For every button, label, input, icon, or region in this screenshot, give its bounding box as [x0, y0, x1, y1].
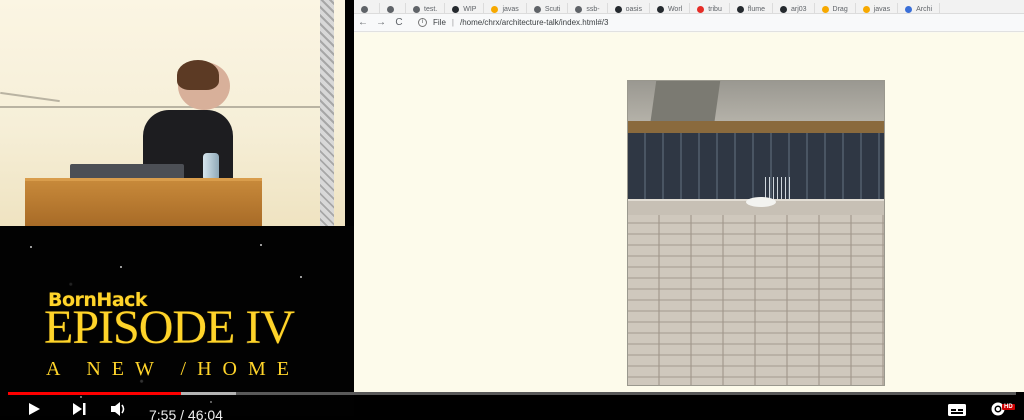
episode-subtitle: A NEW /HOME	[46, 358, 300, 380]
star	[30, 246, 32, 248]
browser-tab[interactable]: Scuti	[527, 2, 569, 13]
progress-bar[interactable]	[8, 392, 1016, 395]
browser-tab[interactable]: Drag	[815, 2, 856, 13]
browser-toolbar: ← → C i File | /home/chrx/architecture-t…	[354, 14, 1024, 32]
tab-label: test.	[424, 6, 438, 13]
browser-tab[interactable]: arj03	[773, 2, 815, 13]
tab-label: javas	[873, 6, 891, 13]
video-player[interactable]: BornHack EPISODE IV A NEW /HOME test. WIP…	[0, 0, 1024, 420]
tab-favicon-icon	[614, 6, 622, 13]
speaker-hair	[177, 60, 219, 90]
tent-frame-line	[0, 106, 330, 108]
hd-badge: HD	[1002, 404, 1015, 410]
reload-icon[interactable]: C	[390, 17, 408, 28]
photo-bird	[746, 197, 776, 207]
tab-label: WIP	[463, 6, 477, 13]
tab-favicon-icon	[736, 6, 744, 13]
tab-label: arj03	[790, 6, 807, 13]
tab-bar: test. WIP javas Scuti ssb-oasis Worl tribu flum…	[354, 0, 1024, 14]
tab-label: Worl	[667, 6, 683, 13]
speaker-column: BornHack EPISODE IV A NEW /HOME	[0, 0, 354, 420]
tab-label: Scuti	[544, 6, 561, 13]
url-path[interactable]: /home/chrx/architecture-talk/index.html#…	[460, 18, 609, 27]
tab-favicon-icon	[862, 6, 870, 13]
podium	[25, 178, 262, 226]
episode-title: EPISODE IV	[44, 301, 295, 354]
browser-tab[interactable]: Archi	[898, 2, 941, 13]
slide-content	[354, 33, 1024, 392]
tab-favicon-icon	[491, 6, 499, 13]
url-separator: |	[451, 18, 454, 27]
play-icon[interactable]	[27, 402, 41, 416]
tent-frame-line	[0, 91, 60, 103]
speaker-video-frame	[0, 0, 345, 226]
browser-tab[interactable]: test.	[406, 2, 446, 13]
tab-favicon-icon	[905, 6, 913, 13]
tab-label: oasis	[625, 6, 642, 13]
browser-tab[interactable]: javas	[856, 2, 899, 13]
tab-favicon-icon	[697, 6, 705, 13]
tab-favicon-icon	[452, 6, 460, 13]
browser-tab[interactable]: flume	[730, 2, 773, 13]
browser-tab[interactable]: tribu	[690, 2, 730, 13]
address-bar[interactable]: i File | /home/chrx/architecture-talk/in…	[418, 18, 608, 27]
water-bottle	[203, 153, 219, 179]
time-display: 7:55 / 46:04	[149, 407, 223, 420]
browser-tab[interactable]: Worl	[650, 2, 691, 13]
browser-tab[interactable]	[354, 2, 380, 13]
next-icon[interactable]	[72, 402, 86, 416]
slide-photo	[627, 80, 885, 386]
forward-icon[interactable]: →	[372, 17, 390, 28]
tab-label: flume	[747, 6, 765, 13]
tab-favicon-icon	[413, 6, 420, 13]
episode-title-card: BornHack EPISODE IV A NEW /HOME	[0, 226, 354, 420]
browser-tab[interactable]: javas	[484, 2, 527, 13]
photo-window-frame	[628, 121, 884, 133]
tab-label: ssb-	[586, 6, 600, 13]
browser-tab[interactable]: ssb-	[568, 2, 608, 13]
progress-played	[8, 392, 182, 395]
browser-window: test. WIP javas Scuti ssb-oasis Worl tribu flum…	[354, 0, 1024, 392]
back-icon[interactable]: ←	[354, 17, 372, 28]
tab-favicon-icon	[821, 6, 829, 13]
url-scheme: File	[433, 18, 446, 27]
browser-tab[interactable]: oasis	[608, 2, 650, 13]
browser-tab[interactable]	[380, 2, 406, 13]
tent-post	[320, 0, 334, 226]
tab-favicon-icon	[387, 6, 394, 13]
tab-label: Drag	[832, 6, 848, 13]
tab-favicon-icon	[656, 6, 664, 13]
photo-window	[628, 121, 884, 201]
photo-brick-joints	[628, 215, 884, 385]
browser-tab[interactable]: WIP	[445, 2, 485, 13]
subtitles-icon[interactable]	[947, 403, 967, 417]
player-controls: 7:55 / 46:04 HD	[0, 392, 1024, 420]
tab-favicon-icon	[575, 6, 583, 13]
tab-label: javas	[502, 6, 519, 13]
info-icon[interactable]: i	[418, 18, 427, 27]
tab-favicon-icon	[361, 6, 368, 13]
volume-icon[interactable]	[110, 401, 128, 417]
star	[300, 276, 302, 278]
tab-favicon-icon	[779, 6, 787, 13]
tab-label: tribu	[708, 6, 722, 13]
tab-favicon-icon	[533, 6, 541, 13]
tab-label: Archi	[916, 6, 933, 13]
control-row: 7:55 / 46:04 HD	[0, 398, 1024, 420]
star	[260, 244, 262, 246]
star	[120, 266, 122, 268]
